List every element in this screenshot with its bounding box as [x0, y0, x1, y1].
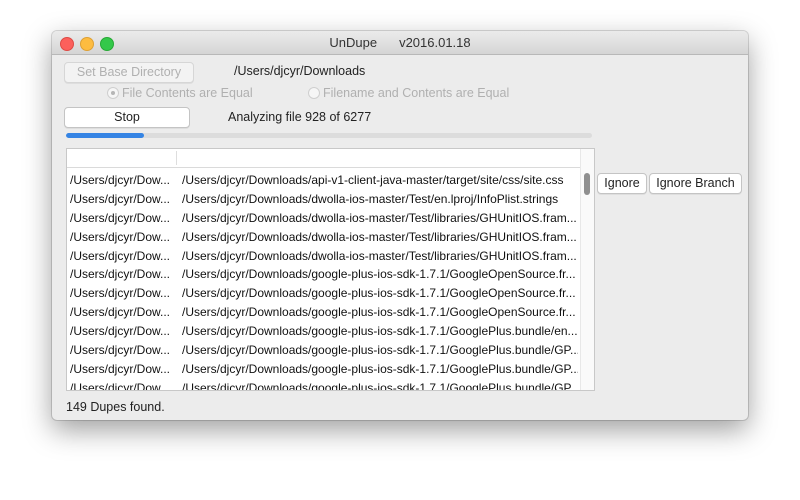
vertical-scrollbar[interactable]	[580, 149, 594, 390]
table-row[interactable]: /Users/djcyr/Dow... /Users/djcyr/Download…	[67, 322, 579, 341]
original-path-cell: /Users/djcyr/Dow...	[70, 173, 171, 187]
radio-selected-icon	[107, 87, 119, 99]
duplicate-path-cell: /Users/djcyr/Downloads/google-plus-ios-s…	[182, 343, 578, 358]
original-path-cell: /Users/djcyr/Dow...	[70, 343, 171, 358]
radio-filename-and-contents-equal[interactable]: Filename and Contents are Equal	[308, 86, 509, 100]
analyzing-status: Analyzing file 928 of 6277	[228, 110, 372, 124]
original-path-cell: /Users/djcyr/Dow...	[70, 191, 171, 206]
table-row[interactable]: /Users/djcyr/Dow... /Users/djcyr/Download…	[67, 284, 579, 303]
dupes-found-status: 149 Dupes found.	[66, 400, 165, 414]
table-row[interactable]: /Users/djcyr/Dow... /Users/djcyr/Download…	[67, 379, 579, 391]
stop-button[interactable]: Stop	[64, 107, 190, 128]
radio-file-contents-equal[interactable]: File Contents are Equal	[107, 86, 253, 100]
duplicate-path-cell: /Users/djcyr/Downloads/google-plus-ios-s…	[182, 305, 576, 320]
duplicates-table[interactable]: /Users/djcyr/Dow... /Users/djcyr/Download…	[66, 148, 595, 391]
ignore-button[interactable]: Ignore	[597, 173, 647, 194]
app-version: v2016.01.18	[399, 35, 471, 50]
duplicate-path-cell: /Users/djcyr/Downloads/api-v1-client-jav…	[182, 173, 564, 187]
duplicate-path-cell: /Users/djcyr/Downloads/google-plus-ios-s…	[182, 267, 576, 282]
table-row[interactable]: /Users/djcyr/Dow... /Users/djcyr/Download…	[67, 360, 579, 379]
original-path-cell: /Users/djcyr/Dow...	[70, 324, 171, 339]
column-divider[interactable]	[176, 151, 177, 165]
original-path-cell: /Users/djcyr/Dow...	[70, 361, 171, 376]
table-row[interactable]: /Users/djcyr/Dow... /Users/djcyr/Download…	[67, 171, 579, 190]
duplicate-path-cell: /Users/djcyr/Downloads/dwolla-ios-master…	[182, 248, 577, 263]
duplicate-path-cell: /Users/djcyr/Downloads/google-plus-ios-s…	[182, 324, 578, 339]
app-window: UnDupe v2016.01.18 Set Base Directory /Us…	[52, 31, 748, 420]
original-path-cell: /Users/djcyr/Dow...	[70, 305, 171, 320]
original-path-cell: /Users/djcyr/Dow...	[70, 229, 171, 244]
base-directory-path: /Users/djcyr/Downloads	[234, 64, 366, 78]
original-path-cell: /Users/djcyr/Dow...	[70, 248, 171, 263]
duplicate-path-cell: /Users/djcyr/Downloads/dwolla-ios-master…	[182, 191, 559, 206]
title-bar[interactable]: UnDupe v2016.01.18	[52, 31, 748, 55]
progress-fill	[66, 133, 144, 138]
radio-file-contents-label: File Contents are Equal	[122, 86, 253, 100]
progress-bar	[66, 133, 592, 138]
duplicate-path-cell: /Users/djcyr/Downloads/dwolla-ios-master…	[182, 210, 577, 225]
original-path-cell: /Users/djcyr/Dow...	[70, 267, 171, 282]
table-row[interactable]: /Users/djcyr/Dow... /Users/djcyr/Download…	[67, 303, 579, 322]
original-path-cell: /Users/djcyr/Dow...	[70, 286, 171, 301]
table-rows: /Users/djcyr/Dow... /Users/djcyr/Download…	[67, 171, 579, 391]
scrollbar-thumb[interactable]	[584, 173, 590, 195]
table-header	[67, 149, 594, 168]
table-row[interactable]: /Users/djcyr/Dow... /Users/djcyr/Download…	[67, 341, 579, 360]
table-row[interactable]: /Users/djcyr/Dow... /Users/djcyr/Download…	[67, 265, 579, 284]
duplicate-path-cell: /Users/djcyr/Downloads/google-plus-ios-s…	[182, 361, 578, 376]
original-path-cell: /Users/djcyr/Dow...	[70, 380, 171, 391]
ignore-branch-button[interactable]: Ignore Branch	[649, 173, 742, 194]
table-row[interactable]: /Users/djcyr/Dow... /Users/djcyr/Download…	[67, 190, 579, 209]
original-path-cell: /Users/djcyr/Dow...	[70, 210, 171, 225]
duplicate-path-cell: /Users/djcyr/Downloads/google-plus-ios-s…	[182, 286, 576, 301]
app-name: UnDupe	[329, 35, 378, 50]
duplicate-path-cell: /Users/djcyr/Downloads/google-plus-ios-s…	[182, 380, 578, 391]
radio-filename-contents-label: Filename and Contents are Equal	[323, 86, 510, 100]
duplicate-path-cell: /Users/djcyr/Downloads/dwolla-ios-master…	[182, 229, 577, 244]
set-base-directory-button[interactable]: Set Base Directory	[64, 62, 194, 83]
table-row[interactable]: /Users/djcyr/Dow... /Users/djcyr/Download…	[67, 228, 579, 247]
radio-unselected-icon	[308, 87, 320, 99]
table-row[interactable]: /Users/djcyr/Dow... /Users/djcyr/Download…	[67, 247, 579, 266]
window-title: UnDupe v2016.01.18	[52, 35, 748, 50]
table-row[interactable]: /Users/djcyr/Dow... /Users/djcyr/Download…	[67, 209, 579, 228]
